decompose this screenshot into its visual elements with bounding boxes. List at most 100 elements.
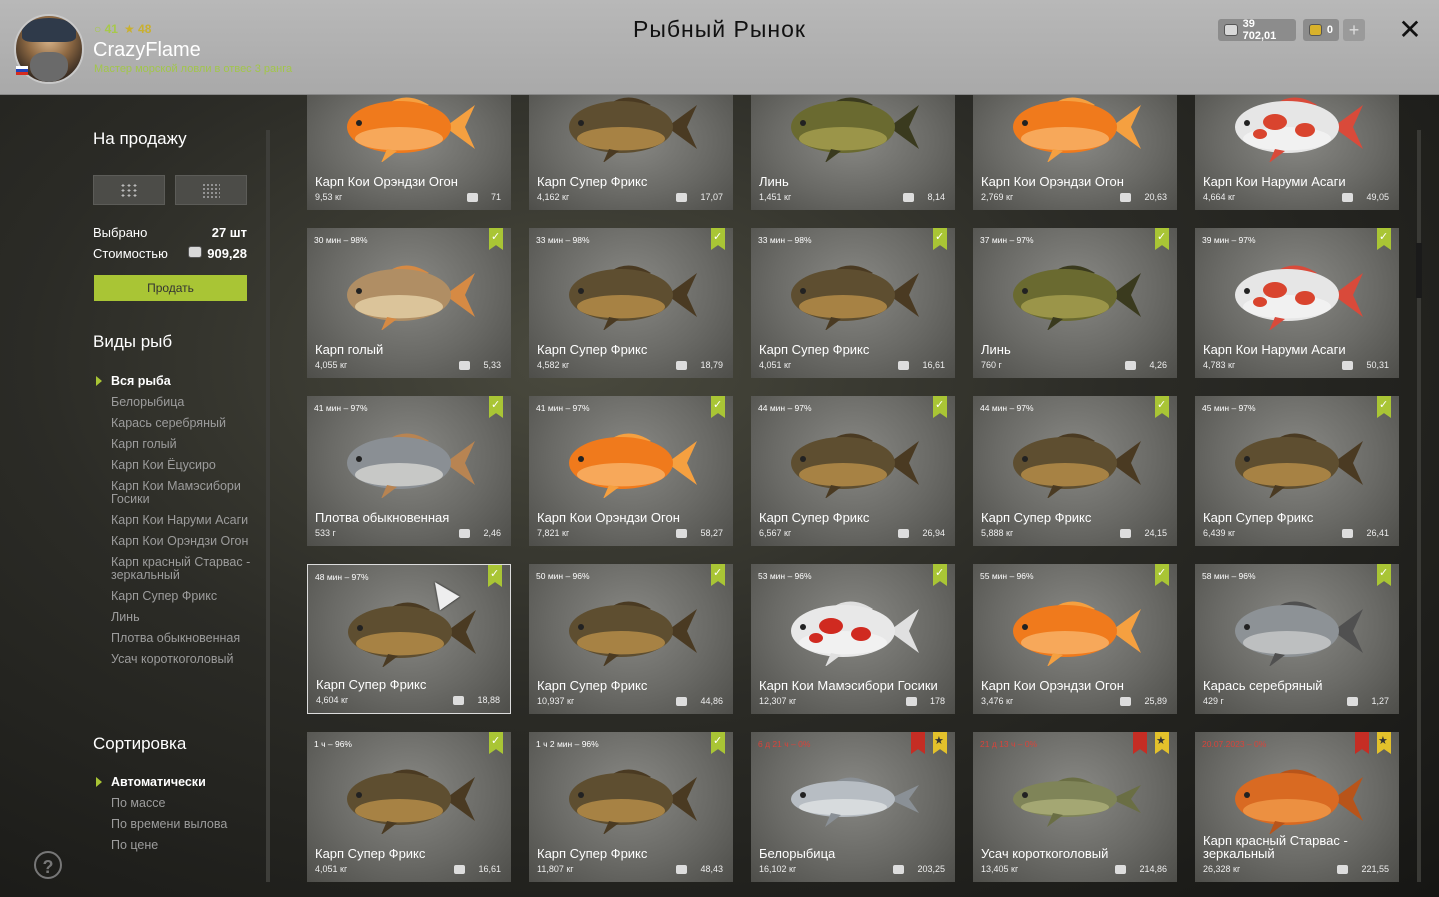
fish-weight: 6,567 кг <box>759 528 792 538</box>
fish-name: Карп Кои Орэндзи Огон <box>981 678 1124 693</box>
add-gold-button[interactable]: + <box>1343 19 1365 41</box>
selected-check-icon[interactable] <box>711 396 725 418</box>
species-item[interactable]: Карп голый <box>111 438 261 451</box>
selected-check-icon[interactable] <box>1377 564 1391 586</box>
fish-name: Карп Супер Фрикс <box>1203 510 1314 525</box>
close-button[interactable]: ✕ <box>1396 16 1424 44</box>
species-item[interactable]: Плотва обыкновенная <box>111 632 261 645</box>
selected-check-icon[interactable] <box>711 228 725 250</box>
fish-card[interactable]: 33 мин – 98% Карп Супер Фрикс 4,582 кг 18,7… <box>529 228 733 378</box>
silver-balance: 39 702,01 <box>1218 18 1296 42</box>
catch-time: 44 мин – 97% <box>758 403 812 413</box>
fish-card[interactable]: 41 мин – 97% Плотва обыкновенная 533 г 2,46 <box>307 396 511 546</box>
fish-card[interactable]: 21 д 13 ч – 0% Усач короткоголовый 13,405 … <box>973 732 1177 882</box>
species-item[interactable]: Белорыбица <box>111 396 261 409</box>
fish-card[interactable]: 44 мин – 97% Карп Супер Фрикс 5,888 кг 24,1… <box>973 396 1177 546</box>
fish-card[interactable]: Линь 1,451 кг 8,14 <box>751 95 955 210</box>
fish-card[interactable]: 48 мин – 97% Карп Супер Фрикс 4,604 кг 18,8… <box>307 564 511 714</box>
species-item[interactable]: Карп Кои Наруми Асаги <box>111 514 261 527</box>
selected-check-icon[interactable] <box>933 396 947 418</box>
selected-check-icon[interactable] <box>1155 228 1169 250</box>
species-item[interactable]: Карп Кои Мамэсибори Госики <box>111 480 261 506</box>
fish-card[interactable]: 39 мин – 97% Карп Кои Наруми Асаги 4,783 к… <box>1195 228 1399 378</box>
fish-card[interactable]: 55 мин – 96% Карп Кои Орэндзи Огон 3,476 к… <box>973 564 1177 714</box>
species-item[interactable]: Линь <box>111 611 261 624</box>
selected-check-icon[interactable] <box>489 396 503 418</box>
fish-weight: 4,162 кг <box>537 192 570 202</box>
fish-card[interactable]: 6 д 21 ч – 0% Белорыбица 16,102 кг 203,25 <box>751 732 955 882</box>
fish-card[interactable]: 1 ч 2 мин – 96% Карп Супер Фрикс 11,807 кг… <box>529 732 733 882</box>
selected-check-icon[interactable] <box>489 228 503 250</box>
sort-item[interactable]: Автоматически <box>111 776 261 789</box>
fish-card[interactable]: 53 мин – 96% Карп Кои Мамэсибори Госики 12… <box>751 564 955 714</box>
coin-icon <box>676 696 688 706</box>
fish-card[interactable]: 20.07.2023 – 0% Карп красный Старвас - зе… <box>1195 732 1399 882</box>
fish-name: Карп Кои Мамэсибори Госики <box>759 678 938 693</box>
star-icon[interactable] <box>1377 732 1391 754</box>
star-icon[interactable] <box>1155 732 1169 754</box>
species-item[interactable]: Усач короткоголовый <box>111 653 261 666</box>
selected-check-icon[interactable] <box>489 732 503 754</box>
small-grid-view-button[interactable] <box>175 175 247 205</box>
selected-check-icon[interactable] <box>1377 228 1391 250</box>
species-item[interactable]: Карась серебряный <box>111 417 261 430</box>
selected-check-icon[interactable] <box>711 732 725 754</box>
fish-card[interactable]: 58 мин – 96% Карась серебряный 429 г 1,27 <box>1195 564 1399 714</box>
fish-name: Плотва обыкновенная <box>315 510 450 525</box>
fish-card[interactable]: 37 мин – 97% Линь 760 г 4,26 <box>973 228 1177 378</box>
scrollbar-thumb[interactable] <box>1416 243 1422 298</box>
fish-image <box>347 769 475 834</box>
large-grid-view-button[interactable] <box>93 175 165 205</box>
fish-price: 1,27 <box>1347 696 1389 706</box>
sort-item[interactable]: По времени вылова <box>111 818 261 831</box>
fish-card[interactable]: 41 мин – 97% Карп Кои Орэндзи Огон 7,821 к… <box>529 396 733 546</box>
bookmark-icon[interactable] <box>1133 732 1147 754</box>
fish-image <box>791 777 919 827</box>
coin-icon <box>898 360 910 370</box>
fish-image <box>569 265 697 330</box>
bookmark-icon[interactable] <box>1355 732 1369 754</box>
fish-card[interactable]: 30 мин – 98% Карп голый 4,055 кг 5,33 <box>307 228 511 378</box>
species-item[interactable]: Карп красный Старвас - зеркальный <box>111 556 261 582</box>
selected-check-icon[interactable] <box>1155 396 1169 418</box>
fish-card[interactable]: Карп Кои Наруми Асаги 4,664 кг 49,05 <box>1195 95 1399 210</box>
selected-check-icon[interactable] <box>933 228 947 250</box>
fish-price: 8,14 <box>903 192 945 202</box>
fish-price: 221,55 <box>1337 864 1389 874</box>
selected-check-icon[interactable] <box>488 565 502 587</box>
fish-name: Карп Супер Фрикс <box>981 510 1092 525</box>
catch-time: 1 ч – 96% <box>314 739 352 749</box>
bookmark-icon[interactable] <box>911 732 925 754</box>
sort-item[interactable]: По цене <box>111 839 261 852</box>
fish-weight: 1,451 кг <box>759 192 792 202</box>
fish-image <box>1235 433 1363 498</box>
fish-price: 16,61 <box>454 864 501 874</box>
fish-card[interactable]: Карп Супер Фрикс 4,162 кг 17,07 <box>529 95 733 210</box>
fish-name: Белорыбица <box>759 846 836 861</box>
sort-item[interactable]: По массе <box>111 797 261 810</box>
fish-card[interactable]: 1 ч – 96% Карп Супер Фрикс 4,051 кг 16,61 <box>307 732 511 882</box>
selected-check-icon[interactable] <box>1155 564 1169 586</box>
species-item[interactable]: Карп Кои Орэндзи Огон <box>111 535 261 548</box>
species-item[interactable]: Карп Супер Фрикс <box>111 590 261 603</box>
fish-card[interactable]: 44 мин – 97% Карп Супер Фрикс 6,567 кг 26,9… <box>751 396 955 546</box>
fish-card[interactable]: 33 мин – 98% Карп Супер Фрикс 4,051 кг 16,6… <box>751 228 955 378</box>
help-button[interactable]: ? <box>34 851 62 879</box>
selected-check-icon[interactable] <box>711 564 725 586</box>
star-icon[interactable] <box>933 732 947 754</box>
fish-name: Карп Супер Фрикс <box>316 677 427 692</box>
fish-card[interactable]: Карп Кои Орэндзи Огон 9,53 кг 71 <box>307 95 511 210</box>
fish-name: Карп Кои Наруми Асаги <box>1203 342 1346 357</box>
coin-icon <box>1342 192 1354 202</box>
fish-name: Карп Кои Наруми Асаги <box>1203 174 1346 189</box>
selected-check-icon[interactable] <box>1377 396 1391 418</box>
sort-title: Сортировка <box>93 734 187 753</box>
selected-check-icon[interactable] <box>933 564 947 586</box>
fish-card[interactable]: 50 мин – 96% Карп Супер Фрикс 10,937 кг 44,… <box>529 564 733 714</box>
species-item[interactable]: Вся рыба <box>111 375 261 388</box>
sell-button[interactable]: Продать <box>94 275 247 301</box>
fish-price: 26,41 <box>1342 528 1389 538</box>
species-item[interactable]: Карп Кои Ёцусиро <box>111 459 261 472</box>
fish-card[interactable]: 45 мин – 97% Карп Супер Фрикс 6,439 кг 26,4… <box>1195 396 1399 546</box>
fish-card[interactable]: Карп Кои Орэндзи Огон 2,769 кг 20,63 <box>973 95 1177 210</box>
